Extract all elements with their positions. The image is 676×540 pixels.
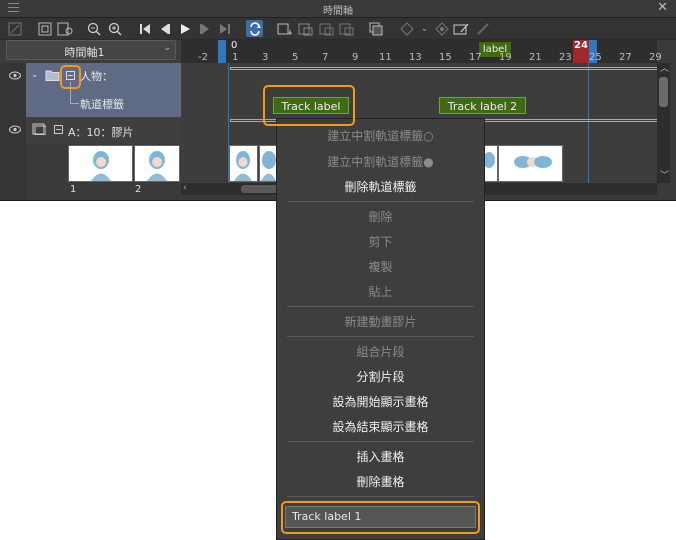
menu-item-delete-frame[interactable]: 刪除畫格 [277,473,484,490]
timeline-toolbar: ⌄ [0,18,676,39]
menu-item-combine-clips[interactable]: 組合片段 [277,343,484,360]
context-menu: 建立中割軌道標籤○ 建立中割軌道標籤● 刪除軌道標籤 刪除 剪下 複製 貼上 新… [276,118,485,540]
new-animation-cel-icon[interactable] [276,20,293,37]
vertical-scrollbar[interactable]: ︿ ﹀ [657,63,670,183]
keyframe-interpolation-icon[interactable] [433,20,450,37]
frame-tick: 9 [352,52,359,63]
frame-tick: 19 [499,52,512,63]
cel-thumbnail[interactable] [134,145,180,182]
menu-item-create-inbetween-track-label-filled[interactable]: 建立中割軌道標籤● [277,153,484,170]
animation-folder-name: A：10：膠片 [68,126,134,139]
cel-number: 2 [135,184,142,195]
frame-tick: 17 [469,52,482,63]
previous-frame-icon[interactable] [156,20,173,37]
highlight-collapse-button [60,65,81,89]
menu-item-set-start-frame[interactable]: 設為開始顯示畫格 [277,393,484,410]
new-timeline-icon[interactable] [36,20,53,37]
menu-item-cut[interactable]: 剪下 [277,233,484,250]
menu-item-paste[interactable]: 貼上 [277,283,484,300]
first-frame-icon[interactable] [136,20,153,37]
chevron-down-icon: ⌄ [163,43,171,53]
frame-tick: 1 [232,52,239,63]
cel-thumbnail[interactable] [68,145,133,182]
edit-timeline-icon[interactable] [56,20,73,37]
chevron-down-icon[interactable]: ⌄ [416,20,433,37]
timeline-select-value: 時間軸1 [64,46,105,59]
frame-tick: 15 [439,52,452,63]
timeline-select[interactable]: 時間軸1 ⌄ [6,40,176,60]
chevron-up-icon[interactable]: ︿ [660,61,669,74]
cel-number: 1 [70,184,77,195]
frame-tick: 3 [262,52,269,63]
specify-cel-icon[interactable] [297,20,314,37]
pen-icon[interactable] [474,20,491,37]
edit-track-label-icon[interactable] [452,20,469,37]
play-icon[interactable] [176,20,193,37]
frame-tick: 5 [292,52,299,63]
cel-thumbnail[interactable] [229,145,258,182]
keyframe-icon[interactable] [398,20,415,37]
folder-icon [45,69,60,84]
collapse-icon[interactable] [54,125,63,134]
current-frame-number: 24 [574,40,588,51]
frame-tick: 21 [529,52,542,63]
cel-rule-icon[interactable] [338,20,355,37]
folder-clip-bar[interactable] [230,67,658,70]
folder-layer-name: 人物： [80,70,113,83]
chevron-down-icon[interactable]: ﹀ [660,168,669,181]
menu-item-new-animation-cel[interactable]: 新建動畫膠片 [277,313,484,330]
next-frame-icon[interactable] [196,20,213,37]
start-frame-number: 0 [231,40,238,51]
zoom-in-icon[interactable] [106,20,123,37]
eye-icon[interactable] [9,124,21,137]
frame-tick: 13 [409,52,422,63]
cel-thumbnail[interactable] [259,145,277,182]
close-icon[interactable]: ✕ [657,0,668,15]
highlight-track-label [263,85,355,126]
highlight-name-input [281,501,480,534]
onion-skin-icon[interactable] [367,20,384,37]
cel-thumbnail[interactable] [498,145,563,182]
frame-tick: 11 [379,52,392,63]
track-label-2[interactable]: Track label 2 [439,97,526,114]
scroll-thumb[interactable] [659,77,668,107]
timeline-settings-icon[interactable] [6,20,23,37]
menu-item-copy[interactable]: 複製 [277,258,484,275]
frame-tick: -2 [198,52,208,63]
eye-icon[interactable] [9,70,21,83]
frame-tick: 7 [322,52,329,63]
menu-item-delete-track-label[interactable]: 刪除軌道標籤 [277,178,484,195]
frame-tick: 23 [559,52,572,63]
menu-item-insert-frame[interactable]: 插入畫格 [277,448,484,465]
zoom-out-icon[interactable] [85,20,102,37]
menu-item-create-inbetween-track-label-open[interactable]: 建立中割軌道標籤○ [277,127,484,144]
menu-item-split-clip[interactable]: 分割片段 [277,368,484,385]
menu-item-delete[interactable]: 刪除 [277,208,484,225]
chevron-down-icon[interactable]: ⌄ [31,70,39,80]
chevron-left-icon[interactable]: ‹ [183,183,187,193]
menu-item-set-end-frame[interactable]: 設為結束顯示畫格 [277,418,484,435]
title-bar: 時間軸 ✕ [0,0,676,18]
frame-tick: 25 [589,52,602,63]
cel-thumbnail[interactable] [483,145,498,182]
clear-cel-icon[interactable] [318,20,335,37]
frame-tick: 27 [619,52,632,63]
scroll-thumb[interactable] [241,185,281,193]
animation-folder-icon [32,123,47,138]
last-frame-icon[interactable] [216,20,233,37]
window-title: 時間軸 [323,6,353,17]
loop-icon[interactable] [246,20,263,37]
start-frame-marker[interactable] [218,40,226,63]
track-label-layer-name: 軌道標籤 [80,98,124,111]
